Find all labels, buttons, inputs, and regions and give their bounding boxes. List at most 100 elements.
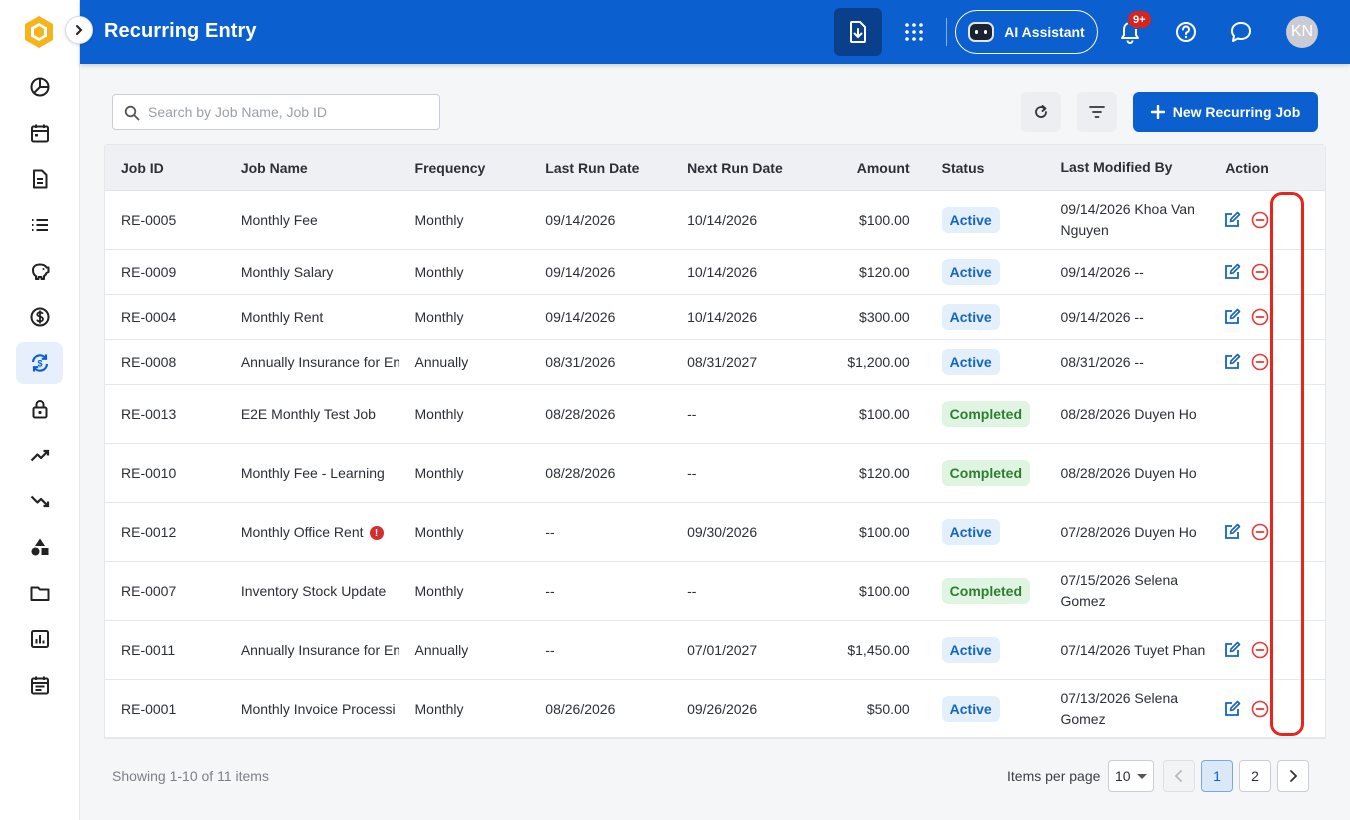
page-2-button[interactable]: 2 xyxy=(1239,760,1271,792)
edit-button[interactable] xyxy=(1221,351,1243,373)
edit-button[interactable] xyxy=(1221,306,1243,328)
sidebar-item-schedule[interactable] xyxy=(16,664,63,706)
edit-icon xyxy=(1225,211,1241,227)
search-input[interactable] xyxy=(148,95,436,129)
page-1-button[interactable]: 1 xyxy=(1201,760,1233,792)
action-cell xyxy=(1207,351,1325,373)
action-cell xyxy=(1207,261,1325,283)
job-name: Inventory Stock Update xyxy=(240,583,387,599)
table-row[interactable]: RE-0001 Monthly Invoice Processi Monthly 08… xyxy=(105,680,1325,738)
amount: $100.00 xyxy=(859,583,910,599)
job-name: Monthly Invoice Processi xyxy=(240,700,396,717)
table-row[interactable]: RE-0012 Monthly Office Rent! Monthly -- 09/3… xyxy=(105,503,1325,562)
job-name-cell: Monthly Fee - Learning xyxy=(225,465,399,481)
table-row[interactable]: RE-0013 E2E Monthly Test Job Monthly 08/28/… xyxy=(105,385,1325,444)
delete-button[interactable] xyxy=(1249,639,1271,661)
frequency: Monthly xyxy=(414,524,464,540)
frequency: Monthly xyxy=(414,309,464,325)
job-name: Monthly Fee xyxy=(240,212,318,228)
last-run-date: 09/14/2026 xyxy=(545,309,616,325)
sidebar-item-recurring[interactable]: $ xyxy=(16,342,63,384)
table-row[interactable]: RE-0008 Annually Insurance for Em Annually… xyxy=(105,340,1325,385)
filter-icon xyxy=(1089,106,1105,118)
last-run-date: 08/28/2026 xyxy=(545,465,616,481)
chat-button[interactable] xyxy=(1227,18,1255,46)
table-row[interactable]: RE-0009 Monthly Salary Monthly 09/14/2026 10… xyxy=(105,250,1325,295)
column-header-amount[interactable]: Amount xyxy=(813,160,910,176)
table-row[interactable]: RE-0007 Inventory Stock Update Monthly -- --… xyxy=(105,562,1325,621)
sidebar-item-trending-up[interactable] xyxy=(16,434,63,476)
sidebar-item-shapes[interactable] xyxy=(16,526,63,568)
delete-button[interactable] xyxy=(1249,261,1271,283)
sidebar-item-lock[interactable] xyxy=(16,388,63,430)
column-header-last-run-date[interactable]: Last Run Date xyxy=(529,160,671,176)
sidebar-item-piggy-bank[interactable] xyxy=(16,250,63,292)
job-name: Annually Insurance for Em xyxy=(240,642,399,658)
status-badge: Active xyxy=(941,637,1000,663)
next-page-button[interactable] xyxy=(1277,760,1309,792)
status-cell: Active xyxy=(910,259,1045,285)
status-badge: Active xyxy=(941,349,1000,375)
column-header-job-id[interactable]: Job ID xyxy=(105,160,225,176)
download-button[interactable] xyxy=(834,8,882,56)
status-badge: Completed xyxy=(941,578,1030,604)
filter-button[interactable] xyxy=(1077,92,1117,132)
column-header-status[interactable]: Status xyxy=(910,160,1045,176)
edit-button[interactable] xyxy=(1221,521,1243,543)
table-row[interactable]: RE-0004 Monthly Rent Monthly 09/14/2026 10/1… xyxy=(105,295,1325,340)
sidebar-item-list[interactable] xyxy=(16,204,63,246)
next-run-date: -- xyxy=(687,406,697,422)
help-button[interactable] xyxy=(1172,18,1200,46)
sidebar-item-trending-down[interactable] xyxy=(16,480,63,522)
dollar-icon xyxy=(30,307,49,327)
last-modified-by: 07/15/2026 Selena Gomez xyxy=(1060,572,1179,609)
sidebar-item-folder[interactable] xyxy=(16,572,63,614)
delete-button[interactable] xyxy=(1249,351,1271,373)
ai-assistant-button[interactable]: AI Assistant xyxy=(955,10,1098,54)
delete-button[interactable] xyxy=(1249,209,1271,231)
action-cell xyxy=(1207,209,1325,231)
items-per-page-select[interactable]: 10 xyxy=(1108,760,1154,792)
apps-grid-button[interactable] xyxy=(898,16,930,48)
search-icon xyxy=(124,105,140,121)
column-header-job-name[interactable]: Job Name xyxy=(225,160,399,176)
status-badge: Active xyxy=(941,207,1000,233)
new-recurring-job-label: New Recurring Job xyxy=(1172,104,1301,120)
ai-assistant-label: AI Assistant xyxy=(1004,24,1085,40)
status-badge: Active xyxy=(941,519,1000,545)
delete-button[interactable] xyxy=(1249,521,1271,543)
delete-button[interactable] xyxy=(1249,306,1271,328)
sidebar-expand-button[interactable] xyxy=(65,16,93,44)
column-header-next-run-date[interactable]: Next Run Date xyxy=(671,160,813,176)
remove-circle-icon xyxy=(1251,353,1269,371)
user-avatar[interactable]: KN xyxy=(1286,16,1318,48)
status-cell: Active xyxy=(910,349,1045,375)
column-header-frequency[interactable]: Frequency xyxy=(399,160,530,176)
edit-button[interactable] xyxy=(1221,209,1243,231)
new-recurring-job-button[interactable]: New Recurring Job xyxy=(1133,92,1318,132)
last-modified-by: 09/14/2026 Khoa Van Nguyen xyxy=(1060,201,1195,238)
piggy-bank-icon xyxy=(31,263,49,280)
column-header-last-modified-by[interactable]: Last Modified By xyxy=(1044,157,1207,178)
refresh-button[interactable] xyxy=(1021,92,1061,132)
previous-page-button[interactable] xyxy=(1163,760,1195,792)
edit-button[interactable] xyxy=(1221,698,1243,720)
table-row[interactable]: RE-0005 Monthly Fee Monthly 09/14/2026 10/14… xyxy=(105,191,1325,250)
app-logo[interactable] xyxy=(23,15,55,49)
calendar-icon xyxy=(30,124,49,143)
chat-icon xyxy=(1231,22,1251,42)
edit-button[interactable] xyxy=(1221,639,1243,661)
table-row[interactable]: RE-0010 Monthly Fee - Learning Monthly 08/2… xyxy=(105,444,1325,503)
sidebar-item-dashboard[interactable] xyxy=(16,66,63,108)
action-cell xyxy=(1207,306,1325,328)
table-row[interactable]: RE-0011 Annually Insurance for Em Annually… xyxy=(105,621,1325,680)
remove-circle-icon xyxy=(1251,308,1269,326)
edit-button[interactable] xyxy=(1221,261,1243,283)
sidebar-item-document[interactable] xyxy=(16,158,63,200)
sidebar-item-calendar[interactable] xyxy=(16,112,63,154)
amount: $50.00 xyxy=(866,700,910,717)
sidebar-item-dollar[interactable] xyxy=(16,296,63,338)
header-divider xyxy=(946,18,947,46)
sidebar-item-report[interactable] xyxy=(16,618,63,660)
delete-button[interactable] xyxy=(1249,698,1271,720)
